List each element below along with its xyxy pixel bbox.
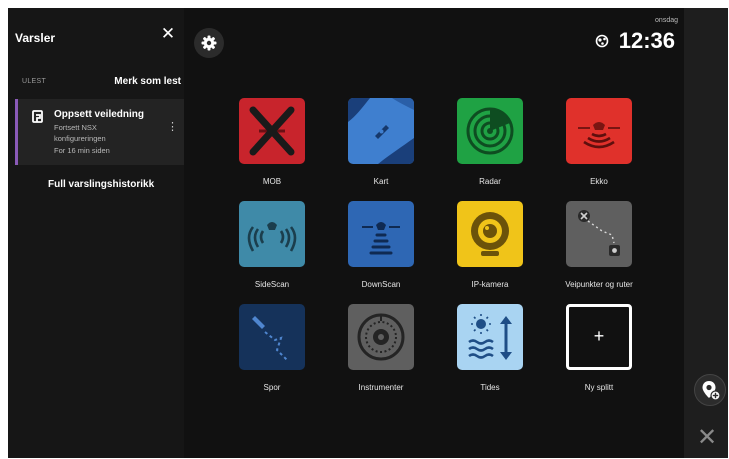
app-sidescan[interactable]: SideScan — [239, 201, 305, 289]
settings-button[interactable] — [194, 28, 224, 58]
radar-icon — [466, 107, 514, 155]
app-label: Instrumenter — [358, 383, 404, 392]
unread-indicator — [15, 99, 18, 165]
app-label: DownScan — [361, 280, 401, 289]
mark-as-read-button[interactable]: Merk som lest — [114, 76, 181, 87]
mob-tile[interactable] — [239, 98, 305, 164]
app-ekko[interactable]: Ekko — [566, 98, 632, 186]
app-kart[interactable]: Kart — [348, 98, 414, 186]
app-label: MOB — [262, 177, 282, 186]
app-label: Radar — [479, 177, 501, 186]
app-label: Veipunkter og ruter — [565, 280, 633, 289]
app-label: Ny splitt — [584, 383, 614, 392]
track-icon — [252, 316, 288, 361]
notification-text-line2: konfigureringen — [54, 134, 106, 143]
plus-icon: + — [593, 326, 605, 346]
downscan-tile[interactable] — [348, 201, 414, 267]
tides-tile[interactable] — [457, 304, 523, 370]
notifications-panel: Varsler ✕ ULEST Merk som lest Oppsett ve… — [8, 8, 184, 458]
panel-title: Varsler — [15, 31, 56, 45]
waypoints-tile[interactable] — [566, 201, 632, 267]
more-options-icon[interactable]: ⋮ — [167, 122, 178, 133]
tides-icon — [468, 314, 512, 360]
app-instruments[interactable]: Instrumenter — [348, 304, 414, 392]
notification-text-line1: Fortsett NSX — [54, 123, 97, 132]
weekday-label: onsdag — [655, 17, 678, 24]
waypoints-icon — [578, 210, 620, 256]
app-radar[interactable]: Radar — [457, 98, 523, 186]
notification-title: Oppsett veiledning — [54, 109, 145, 120]
app-new-split[interactable]: + Ny splitt — [566, 304, 632, 392]
ekko-tile[interactable] — [566, 98, 632, 164]
full-history-link[interactable]: Full varslingshistorikk — [48, 179, 154, 190]
app-label: Kart — [373, 177, 389, 186]
radar-tile[interactable] — [457, 98, 523, 164]
spor-tile[interactable] — [239, 304, 305, 370]
app-window: Varsler ✕ ULEST Merk som lest Oppsett ve… — [8, 8, 728, 458]
close-panel-button[interactable]: ✕ — [158, 24, 178, 44]
app-ip-camera[interactable]: IP-kamera — [457, 201, 523, 289]
network-status-icon[interactable] — [595, 34, 609, 48]
app-label: SideScan — [254, 280, 290, 289]
mob-icon — [249, 106, 295, 156]
sidescan-tile[interactable] — [239, 201, 305, 267]
app-downscan[interactable]: DownScan — [348, 201, 414, 289]
kart-tile[interactable] — [348, 98, 414, 164]
app-tides[interactable]: Tides — [457, 304, 523, 392]
new-split-tile[interactable]: + — [566, 304, 632, 370]
app-label: Spor — [263, 383, 281, 392]
chart-icon — [348, 98, 414, 164]
sidescan-icon — [247, 222, 297, 252]
app-label: IP-kamera — [471, 280, 509, 289]
notification-item[interactable]: Oppsett veiledning Fortsett NSX konfigur… — [15, 99, 184, 165]
unread-section-label: ULEST — [22, 78, 47, 85]
setup-guide-icon — [32, 110, 43, 123]
gear-icon — [201, 35, 217, 51]
camera-icon — [471, 212, 509, 256]
add-waypoint-button[interactable] — [694, 374, 726, 406]
waypoint-add-icon — [702, 381, 721, 401]
ip-camera-tile[interactable] — [457, 201, 523, 267]
close-button[interactable]: ✕ — [695, 426, 719, 450]
app-label: Tides — [480, 383, 500, 392]
instruments-tile[interactable] — [348, 304, 414, 370]
app-label: Ekko — [590, 177, 608, 186]
app-spor[interactable]: Spor — [239, 304, 305, 392]
clock: 12:36 — [618, 28, 675, 53]
downscan-icon — [362, 222, 400, 255]
instruments-icon — [357, 313, 405, 361]
notification-time: For 16 min siden — [54, 146, 110, 155]
app-mob[interactable]: MOB — [239, 98, 305, 186]
app-waypoints[interactable]: Veipunkter og ruter — [565, 201, 633, 289]
echo-icon — [578, 122, 620, 149]
